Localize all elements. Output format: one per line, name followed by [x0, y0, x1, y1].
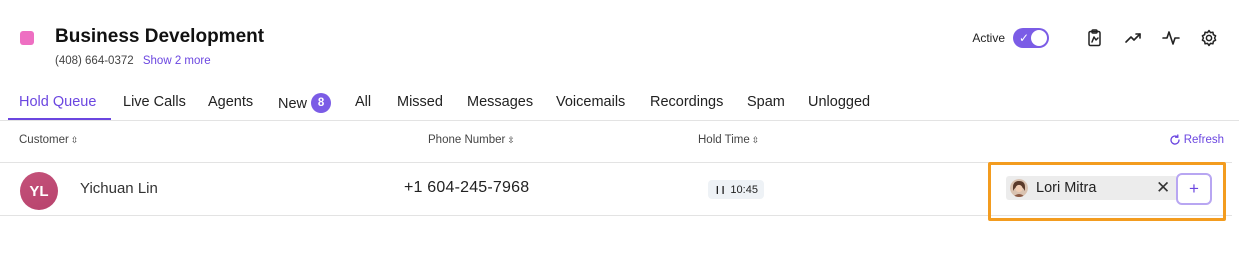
active-label: Active [972, 31, 1005, 45]
clipboard-icon[interactable] [1085, 28, 1105, 48]
new-count-badge: 8 [311, 93, 332, 113]
close-icon[interactable]: ✕ [1156, 178, 1170, 198]
tab-new-label: New [278, 95, 308, 112]
gear-icon[interactable] [1199, 28, 1219, 48]
team-color-indicator [20, 31, 34, 45]
add-agent-button[interactable]: + [1176, 173, 1212, 205]
tab-hold-queue[interactable]: Hold Queue [19, 94, 96, 110]
hold-time-badge: ❙❙ 10:45 [708, 180, 764, 199]
customer-name: Yichuan Lin [80, 180, 158, 197]
column-header-customer[interactable]: Customer ⇳ [19, 134, 78, 146]
tab-live-calls[interactable]: Live Calls [123, 94, 186, 110]
sort-icon: ⇳ [507, 135, 515, 145]
refresh-icon [1170, 134, 1180, 145]
tab-new[interactable]: New 8 [278, 93, 332, 114]
tab-missed[interactable]: Missed [397, 94, 443, 110]
tab-spam[interactable]: Spam [747, 94, 785, 110]
team-phone-number: (408) 664-0372 [55, 55, 134, 67]
avatar: YL [20, 172, 58, 210]
column-label-hold-time: Hold Time [698, 134, 750, 146]
refresh-label: Refresh [1183, 134, 1224, 146]
active-toggle[interactable]: ✓ [1013, 28, 1049, 48]
agent-avatar [1010, 179, 1028, 197]
check-icon: ✓ [1019, 31, 1030, 45]
show-more-link[interactable]: Show 2 more [143, 55, 211, 67]
tab-unlogged[interactable]: Unlogged [808, 94, 870, 110]
tab-messages[interactable]: Messages [467, 94, 533, 110]
tab-voicemails[interactable]: Voicemails [556, 94, 625, 110]
column-label-phone: Phone Number [428, 134, 506, 146]
tab-bar: Hold Queue Live Calls Agents New 8 All Mi… [0, 86, 1239, 121]
tab-recordings[interactable]: Recordings [650, 94, 723, 110]
hold-time-value: 10:45 [730, 183, 758, 196]
tab-agents[interactable]: Agents [208, 94, 253, 110]
toggle-knob [1031, 30, 1047, 46]
column-header-hold-time[interactable]: Hold Time ⇳ [698, 134, 759, 146]
refresh-button[interactable]: Refresh [1169, 134, 1224, 146]
tab-all[interactable]: All [355, 94, 371, 110]
activity-icon[interactable] [1161, 28, 1181, 48]
active-tab-indicator [8, 118, 111, 120]
agent-name: Lori Mitra [1036, 180, 1097, 196]
team-phone-line: (408) 664-0372 Show 2 more [55, 55, 211, 67]
sort-icon: ⇳ [70, 135, 79, 145]
pause-icon: ❙❙ [714, 185, 726, 194]
trend-icon[interactable] [1123, 28, 1143, 48]
column-header-phone[interactable]: Phone Number ⇳ [428, 134, 515, 146]
header-actions: Active ✓ [972, 26, 1219, 50]
column-label-customer: Customer [19, 134, 69, 146]
page-title: Business Development [55, 26, 265, 47]
sort-icon: ⇳ [751, 135, 760, 145]
page-header: Business Development (408) 664-0372 Show… [0, 0, 1239, 80]
agent-chip[interactable]: Lori Mitra [1006, 176, 1178, 200]
customer-phone: +1 604-245-7968 [404, 179, 530, 196]
